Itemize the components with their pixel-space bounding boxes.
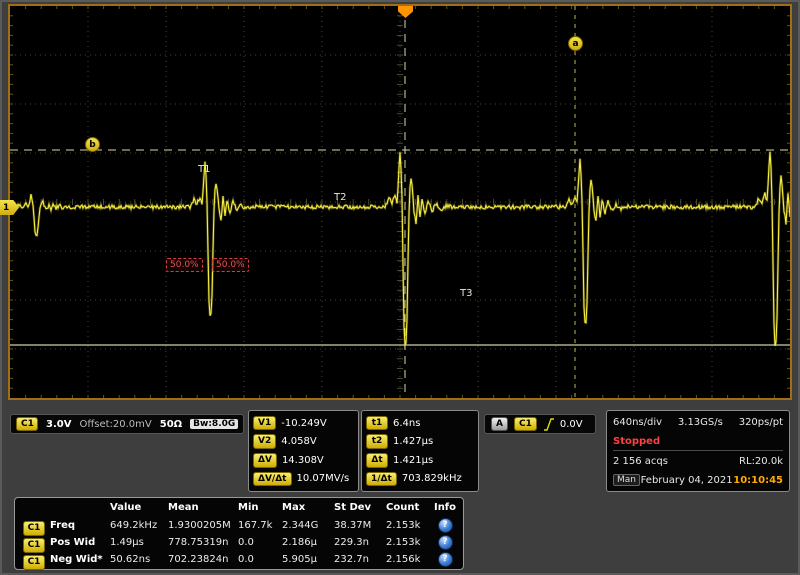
header-info: Info	[433, 502, 457, 513]
annotation-t2: T2	[334, 192, 347, 203]
header-value: Value	[110, 502, 142, 513]
v1-badge[interactable]: V1	[253, 415, 277, 431]
dvdt-badge[interactable]: ΔV/Δt	[253, 471, 292, 487]
time-value: 10:10:45	[733, 474, 783, 486]
row3-info-icon[interactable]: ?	[437, 551, 453, 567]
dt-badge[interactable]: Δt	[366, 452, 388, 468]
row2-stdev: 229.3n	[334, 536, 369, 548]
cursor-voltage-readout: V1 -10.249V V2 4.058V ΔV 14.308V ΔV/Δt 1…	[248, 410, 359, 492]
trigger-bus-badge[interactable]: A	[491, 416, 508, 432]
row2-max: 2.186µ	[282, 536, 317, 548]
acquisition-info-box: 640ns/div 3.13GS/s 320ps/pt Stopped 2 15…	[606, 410, 790, 492]
trigger-readout[interactable]: A C1 0.0V	[484, 414, 596, 434]
cursor-b-marker[interactable]: b	[85, 137, 100, 152]
trigger-level-value: 0.0V	[559, 418, 583, 430]
header-mean: Mean	[168, 502, 199, 513]
row1-value: 649.2kHz	[110, 519, 158, 531]
dv-value: 14.308V	[281, 454, 324, 466]
acquisition-state-row: Stopped	[613, 432, 783, 451]
v1-value: -10.249V	[281, 417, 327, 429]
channel1-badge[interactable]: C1	[16, 416, 38, 432]
date-value: February 04, 2021	[640, 474, 733, 486]
row3-stdev: 232.7n	[334, 553, 369, 565]
acquisition-count-row: 2 156 acqs RL:20.0k	[613, 452, 783, 470]
acquisition-mode: Man	[613, 474, 640, 486]
header-max: Max	[282, 502, 306, 513]
readout-row-dvdt: ΔV/Δt 10.07MV/s	[253, 470, 354, 488]
trigger-slope-icon	[543, 417, 554, 431]
t1-badge[interactable]: t1	[366, 415, 388, 431]
resolution-value: 320ps/pt	[738, 416, 783, 428]
dvdt-value: 10.07MV/s	[296, 473, 350, 485]
t1-value: 6.4ns	[393, 417, 421, 429]
row3-channel-badge[interactable]: C1	[22, 555, 46, 570]
graticule-and-trace	[10, 6, 790, 398]
channel1-settings-bar[interactable]: C1 3.0V Offset:20.0mV 50Ω Bw:8.0G	[10, 414, 244, 434]
readout-row-dv: ΔV 14.308V	[253, 451, 354, 469]
row2-min: 0.0	[238, 536, 254, 548]
annotation-t3: T3	[460, 288, 473, 299]
row2-name: Pos Wid	[50, 536, 96, 548]
cursor-a-marker[interactable]: a	[568, 36, 583, 51]
readout-row-dt: Δt 1.421µs	[366, 451, 474, 469]
v2-value: 4.058V	[281, 436, 317, 448]
inv-dt-value: 703.829kHz	[401, 473, 462, 485]
row1-info-icon[interactable]: ?	[437, 517, 453, 533]
row1-min: 167.7k	[238, 519, 273, 531]
ch1-bandwidth-limit: Bw:8.0G	[190, 419, 239, 429]
row2-count: 2.153k	[386, 536, 421, 548]
readout-row-v2: V2 4.058V	[253, 433, 354, 451]
measurement-table-header: Value Mean Min Max St Dev Count Info	[18, 500, 460, 515]
datetime-row: Man February 04, 2021 10:10:45	[613, 471, 783, 489]
t2-badge[interactable]: t2	[366, 434, 388, 450]
row2-value: 1.49µs	[110, 536, 144, 548]
cursor-time-readout: t1 6.4ns t2 1.427µs Δt 1.421µs 1/Δt 703.…	[361, 410, 479, 492]
sample-rate-value: 3.13GS/s	[677, 416, 723, 428]
row1-name: Freq	[50, 519, 76, 531]
header-stdev: St Dev	[334, 502, 372, 513]
readout-row-1dt: 1/Δt 703.829kHz	[366, 470, 474, 488]
row1-max: 2.344G	[282, 519, 319, 531]
row3-max: 5.905µ	[282, 553, 317, 565]
header-min: Min	[238, 502, 259, 513]
measurement-table: Value Mean Min Max St Dev Count Info C1 …	[14, 497, 464, 570]
inv-dt-badge[interactable]: 1/Δt	[366, 471, 397, 487]
readout-row-v1: V1 -10.249V	[253, 414, 354, 432]
ch1-vertical-scale: 3.0V	[46, 418, 72, 430]
ch1-termination: 50Ω	[159, 418, 183, 430]
row2-mean: 778.75319n	[168, 536, 229, 548]
ref-level-left-box: 50.0%	[166, 258, 203, 272]
dt-value: 1.421µs	[393, 454, 434, 466]
row1-count: 2.153k	[386, 519, 421, 531]
readout-row-t2: t2 1.427µs	[366, 433, 474, 451]
acquisition-state: Stopped	[613, 435, 661, 447]
row2-info-icon[interactable]: ?	[437, 534, 453, 550]
oscilloscope-screen: b a T1 T2 T3 50.0% 50.0% 1 C1 3.0V Offse…	[0, 0, 800, 575]
table-row-pos-wid: C1 Pos Wid 1.49µs 778.75319n 0.0 2.186µ …	[18, 532, 460, 553]
record-length: RL:20.0k	[739, 455, 783, 467]
v2-badge[interactable]: V2	[253, 434, 277, 450]
t2-value: 1.427µs	[393, 436, 434, 448]
row3-value: 50.62ns	[110, 553, 151, 565]
row1-stdev: 38.37M	[334, 519, 372, 531]
trigger-source-badge[interactable]: C1	[513, 416, 537, 432]
acquisition-count: 2 156 acqs	[613, 455, 668, 467]
horizontal-settings-row: 640ns/div 3.13GS/s 320ps/pt	[613, 413, 783, 431]
readout-row-t1: t1 6.4ns	[366, 414, 474, 432]
row1-mean: 1.9300205M	[168, 519, 231, 531]
row3-mean: 702.23824n	[168, 553, 229, 565]
timebase-value: 640ns/div	[613, 416, 663, 428]
header-count: Count	[386, 502, 420, 513]
row3-min: 0.0	[238, 553, 254, 565]
annotation-t1: T1	[198, 164, 211, 175]
table-row-neg-wid: C1 Neg Wid* 50.62ns 702.23824n 0.0 5.905…	[18, 549, 460, 570]
dv-badge[interactable]: ΔV	[253, 452, 277, 468]
row3-name: Neg Wid*	[50, 553, 103, 565]
ref-level-right-box: 50.0%	[212, 258, 249, 272]
waveform-display: b a T1 T2 T3 50.0% 50.0%	[8, 4, 792, 400]
ch1-offset: Offset:20.0mV	[79, 418, 152, 430]
table-row-freq: C1 Freq 649.2kHz 1.9300205M 167.7k 2.344…	[18, 515, 460, 536]
row3-count: 2.156k	[386, 553, 421, 565]
